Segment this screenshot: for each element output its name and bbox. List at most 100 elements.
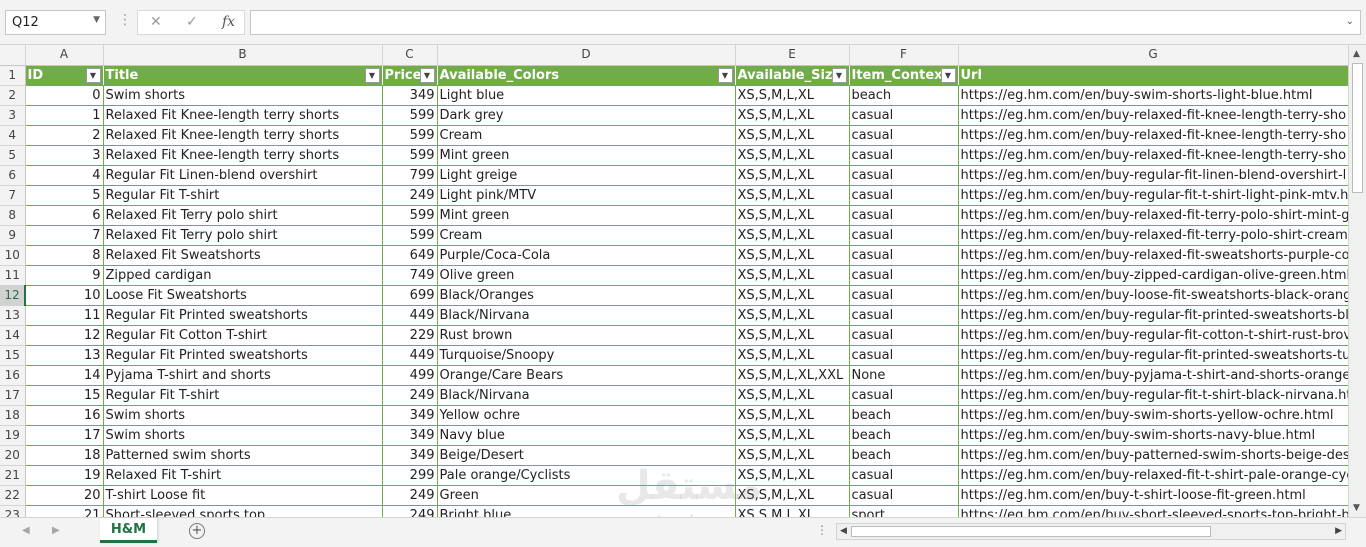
cell-id[interactable]: 11 — [25, 305, 104, 326]
cell-available-colors[interactable]: Light pink/MTV — [437, 185, 736, 206]
cell-item-context[interactable]: beach — [849, 85, 959, 106]
cell-available-colors[interactable]: Mint green — [437, 145, 736, 166]
cell-id[interactable]: 0 — [25, 85, 104, 106]
cell-title[interactable]: Relaxed Fit Sweatshorts — [103, 245, 383, 266]
cell-item-context[interactable]: casual — [849, 165, 959, 186]
vertical-scrollbar[interactable]: ▲ ▼ — [1348, 45, 1366, 517]
cell-available-colors[interactable]: Rust brown — [437, 325, 736, 346]
cell-item-context[interactable]: beach — [849, 405, 959, 426]
vertical-scroll-thumb[interactable] — [1352, 63, 1363, 193]
cell-url[interactable]: https://eg.hm.com/en/buy-regular-fit-cot… — [958, 325, 1348, 346]
filter-dropdown-icon[interactable]: ▼ — [364, 67, 380, 83]
cell-price[interactable]: 249 — [382, 385, 438, 406]
cell-url[interactable]: https://eg.hm.com/en/buy-swim-shorts-yel… — [958, 405, 1348, 426]
cell-id[interactable]: 12 — [25, 325, 104, 346]
cell-available-size[interactable]: XS,S,M,L,XL — [735, 285, 850, 306]
cell-available-colors[interactable]: Olive green — [437, 265, 736, 286]
row-header[interactable]: 15 — [0, 345, 26, 366]
row-header[interactable]: 10 — [0, 245, 26, 266]
column-header-c[interactable]: C — [382, 45, 438, 66]
cell-title[interactable]: Regular Fit Printed sweatshorts — [103, 345, 383, 366]
cell-item-context[interactable]: beach — [849, 425, 959, 446]
cell-item-context[interactable]: casual — [849, 325, 959, 346]
cell-available-size[interactable]: XS,S,M,L,XL — [735, 425, 850, 446]
filter-dropdown-icon[interactable]: ▼ — [85, 67, 101, 83]
row-header[interactable]: 9 — [0, 225, 26, 246]
cell-id[interactable]: 13 — [25, 345, 104, 366]
header-cell-item-context[interactable]: Item_Context ▼ — [849, 65, 959, 86]
cell-id[interactable]: 14 — [25, 365, 104, 386]
cell-item-context[interactable]: casual — [849, 225, 959, 246]
cell-item-context[interactable]: casual — [849, 145, 959, 166]
cell-available-colors[interactable]: Black/Nirvana — [437, 305, 736, 326]
cell-available-size[interactable]: XS,S,M,L,XL — [735, 125, 850, 146]
cell-price[interactable]: 229 — [382, 325, 438, 346]
column-header-a[interactable]: A — [25, 45, 104, 66]
header-cell-available-size[interactable]: Available_Size ▼ — [735, 65, 850, 86]
cell-price[interactable]: 349 — [382, 445, 438, 466]
cell-id[interactable]: 2 — [25, 125, 104, 146]
cell-id[interactable]: 5 — [25, 185, 104, 206]
cell-price[interactable]: 599 — [382, 205, 438, 226]
cell-available-size[interactable]: XS,S,M,L,XL,XXL — [735, 365, 850, 386]
horizontal-scrollbar[interactable]: ◀ ▶ — [836, 523, 1346, 540]
cell-id[interactable]: 17 — [25, 425, 104, 446]
cell-price[interactable]: 599 — [382, 105, 438, 126]
cell-title[interactable]: Loose Fit Sweatshorts — [103, 285, 383, 306]
cell-url[interactable]: https://eg.hm.com/en/buy-relaxed-fit-ter… — [958, 205, 1348, 226]
cell-title[interactable]: Pyjama T-shirt and shorts — [103, 365, 383, 386]
cell-url[interactable]: https://eg.hm.com/en/buy-short-sleeved-s… — [958, 505, 1348, 517]
cell-id[interactable]: 15 — [25, 385, 104, 406]
cell-item-context[interactable]: sport — [849, 505, 959, 517]
cell-price[interactable]: 699 — [382, 285, 438, 306]
cell-available-size[interactable]: XS,S,M,L,XL — [735, 465, 850, 486]
row-header[interactable]: 1 — [0, 65, 26, 86]
cell-title[interactable]: Relaxed Fit Knee-length terry shorts — [103, 145, 383, 166]
cell-available-size[interactable]: XS,S,M,L,XL — [735, 165, 850, 186]
cell-title[interactable]: Regular Fit T-shirt — [103, 385, 383, 406]
insert-function-icon[interactable]: fx — [222, 14, 235, 30]
row-header[interactable]: 6 — [0, 165, 26, 186]
row-header[interactable]: 17 — [0, 385, 26, 406]
cell-available-colors[interactable]: Bright blue — [437, 505, 736, 517]
cell-available-size[interactable]: XS,S,M,L,XL — [735, 325, 850, 346]
cell-price[interactable]: 749 — [382, 265, 438, 286]
row-header[interactable]: 14 — [0, 325, 26, 346]
row-header[interactable]: 21 — [0, 465, 26, 486]
cell-id[interactable]: 16 — [25, 405, 104, 426]
cell-price[interactable]: 449 — [382, 305, 438, 326]
cell-item-context[interactable]: casual — [849, 485, 959, 506]
cell-price[interactable]: 249 — [382, 505, 438, 517]
cell-available-colors[interactable]: Cream — [437, 125, 736, 146]
expand-formula-bar-icon[interactable]: ⌄ — [1346, 16, 1354, 27]
row-header[interactable]: 2 — [0, 85, 26, 106]
row-header[interactable]: 7 — [0, 185, 26, 206]
filter-dropdown-icon[interactable]: ▼ — [717, 67, 733, 83]
header-cell-available-colors[interactable]: Available_Colors ▼ — [437, 65, 736, 86]
sheet-tab-hm[interactable]: H&M — [100, 518, 157, 543]
cell-title[interactable]: Short-sleeved sports top — [103, 505, 383, 517]
cell-id[interactable]: 20 — [25, 485, 104, 506]
cell-item-context[interactable]: None — [849, 365, 959, 386]
cell-url[interactable]: https://eg.hm.com/en/buy-t-shirt-loose-f… — [958, 485, 1348, 506]
cell-item-context[interactable]: casual — [849, 125, 959, 146]
cell-available-colors[interactable]: Orange/Care Bears — [437, 365, 736, 386]
cell-id[interactable]: 8 — [25, 245, 104, 266]
row-header[interactable]: 18 — [0, 405, 26, 426]
filter-dropdown-icon[interactable]: ▼ — [831, 67, 847, 83]
cell-item-context[interactable]: casual — [849, 245, 959, 266]
cell-available-size[interactable]: XS,S,M,L,XL — [735, 485, 850, 506]
cell-item-context[interactable]: casual — [849, 285, 959, 306]
cell-available-size[interactable]: XS,S,M,L,XL — [735, 205, 850, 226]
cell-available-colors[interactable]: Turquoise/Snoopy — [437, 345, 736, 366]
cell-id[interactable]: 19 — [25, 465, 104, 486]
select-all-corner[interactable] — [0, 45, 26, 66]
cell-id[interactable]: 3 — [25, 145, 104, 166]
cell-url[interactable]: https://eg.hm.com/en/buy-relaxed-fit-swe… — [958, 245, 1348, 266]
cell-available-colors[interactable]: Yellow ochre — [437, 405, 736, 426]
cell-title[interactable]: Patterned swim shorts — [103, 445, 383, 466]
tab-split-grip-icon[interactable]: ⋮ — [816, 523, 828, 537]
cell-url[interactable]: https://eg.hm.com/en/buy-pyjama-t-shirt-… — [958, 365, 1348, 386]
cell-url[interactable]: https://eg.hm.com/en/buy-loose-fit-sweat… — [958, 285, 1348, 306]
row-header[interactable]: 22 — [0, 485, 26, 506]
